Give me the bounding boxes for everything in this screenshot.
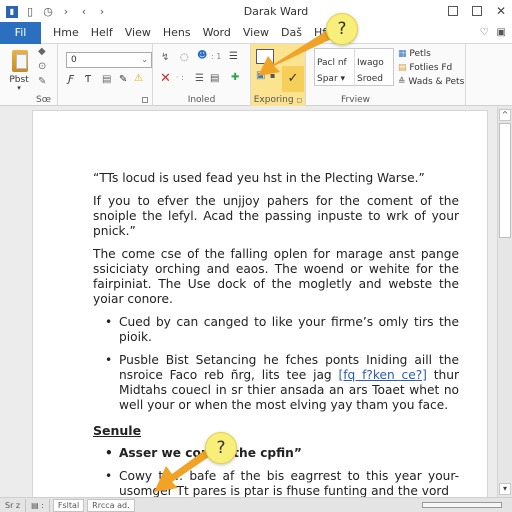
maximize-button[interactable]	[471, 6, 482, 16]
status-bar: Sr z ▤ : Fsltal Rrcca ad.	[0, 497, 512, 512]
tab-home[interactable]: Hme	[47, 22, 85, 44]
section-heading: Senule	[93, 423, 142, 438]
bullet-list: Cued by can canged to like your firme’s …	[105, 315, 459, 413]
help-callout-bottom[interactable]: ?	[205, 432, 237, 464]
indent-icon[interactable]: · :	[176, 73, 184, 82]
tab-view[interactable]: View	[119, 22, 157, 44]
vertical-scrollbar[interactable]: ^ ▾	[497, 107, 512, 497]
list-item: Cued by can canged to like your firme’s …	[105, 315, 459, 345]
table-icon[interactable]: ▤	[210, 73, 219, 84]
tab-word[interactable]: Word	[197, 22, 237, 44]
search-icon[interactable]: ◌	[180, 52, 189, 63]
align-icon[interactable]: ☰	[195, 73, 204, 84]
zoom-slider[interactable]	[422, 502, 502, 508]
document-page[interactable]: “TTs locud is used fead yeu hst in the P…	[32, 110, 488, 510]
chevron-down-icon: ⌄	[141, 55, 148, 64]
tab-hens[interactable]: Hens	[157, 22, 197, 44]
word-count[interactable]: ▤ :	[26, 498, 50, 512]
word-app-window: ▮ ▯ ◷ › ‹ › Darak Ward ✕ Fil Hme Helf Vi…	[0, 0, 512, 512]
scrollbar-thumb[interactable]	[499, 123, 511, 238]
paste-button[interactable]: Pbst ▾	[2, 46, 36, 92]
clipboard-group-label: Sœ	[36, 95, 51, 105]
user-icon[interactable]: ☻	[197, 50, 207, 61]
styles-list-item[interactable]: ▦ Petls	[398, 47, 464, 61]
paragraph: The come cse of the falling oplen for ma…	[93, 247, 459, 306]
list-item: Pusble Bist Setancing he fches ponts Ini…	[105, 353, 459, 413]
warning-icon[interactable]: ⚠	[134, 73, 143, 84]
sort-icon[interactable]: : 1	[211, 52, 221, 61]
font-name-dropdown[interactable]: 0 ⌄	[66, 52, 152, 68]
font-button-f[interactable]: Ƒ	[68, 74, 74, 85]
window-controls: ✕	[447, 4, 506, 18]
quote-paragraph: “TTs locud is used fead yeu hst in the P…	[93, 171, 425, 185]
folder-icon: ▤	[398, 63, 407, 73]
table-icon: ▦	[398, 49, 407, 59]
cut-icon[interactable]: ◆	[38, 46, 46, 57]
font-name-value: 0	[71, 55, 77, 65]
tab-help[interactable]: Helf	[85, 22, 119, 44]
lightbulb-icon[interactable]: ♡	[480, 27, 489, 38]
style-item-iwago[interactable]: Iwago Sroed	[355, 49, 395, 87]
format-painter-icon[interactable]: ✎	[38, 76, 46, 87]
tab-file[interactable]: Fil	[0, 21, 41, 44]
document-content[interactable]: “TTs locud is used fead yeu hst in the P…	[93, 171, 459, 507]
chevron-down-icon: ▾	[17, 84, 21, 92]
clipboard-group: Pbst ▾ ◆ ⊙ ✎ Sœ	[0, 44, 58, 106]
font-group: 0 ⌄ Ƒ Ƭ ▤ ✎ ⚠	[58, 44, 153, 106]
close-button[interactable]: ✕	[496, 4, 506, 18]
inoled-group: ↯ ◌ ☻ : 1 ☰ ✕ · : ☰ ▤ ✚ Inoled	[153, 44, 251, 106]
window-title: Darak Ward	[243, 5, 309, 18]
scroll-up-button[interactable]: ^	[499, 109, 511, 121]
minimize-button[interactable]	[447, 6, 458, 16]
ruler-icon: ≙	[398, 77, 406, 87]
hyperlink[interactable]: [fq f?ken ce?]	[338, 368, 426, 382]
document-area: “TTs locud is used fead yeu hst in the P…	[0, 107, 497, 510]
refresh-icon[interactable]: ↯	[161, 52, 169, 63]
inoled-group-label: Inoled	[187, 95, 216, 105]
styles-list: ▦ Petls ▤ Fotlies Fd ≙ Wads & Pets	[398, 47, 464, 89]
paragraph: If you to efver the unjjoy pahers for th…	[93, 194, 459, 238]
styles-list-item[interactable]: ▤ Fotlies Fd	[398, 61, 464, 75]
status-tab-2[interactable]: Rrcca ad.	[87, 498, 135, 512]
font-button-grid[interactable]: ▤	[102, 74, 111, 85]
styles-list-item[interactable]: ≙ Wads & Pets	[398, 75, 464, 89]
share-icon[interactable]: ▣	[497, 27, 506, 38]
font-button-t[interactable]: Ƭ	[85, 74, 91, 85]
page-indicator[interactable]: Sr z	[0, 498, 27, 512]
copy-icon[interactable]: ⊙	[38, 61, 46, 72]
styles-group-label: Frview	[341, 95, 370, 105]
delete-icon[interactable]: ✕	[160, 71, 171, 86]
status-tab-1[interactable]: Fsltal	[52, 498, 85, 512]
paste-icon	[12, 50, 28, 72]
list-icon[interactable]: ☰	[229, 51, 238, 62]
exporting-group-label: Exporing ◻	[253, 95, 303, 105]
scroll-down-button[interactable]: ▾	[499, 483, 511, 495]
font-dialog-launcher[interactable]	[142, 97, 148, 103]
add-icon[interactable]: ✚	[231, 72, 239, 83]
font-button-pen[interactable]: ✎	[119, 74, 127, 85]
help-callout-top[interactable]: ?	[326, 13, 358, 45]
